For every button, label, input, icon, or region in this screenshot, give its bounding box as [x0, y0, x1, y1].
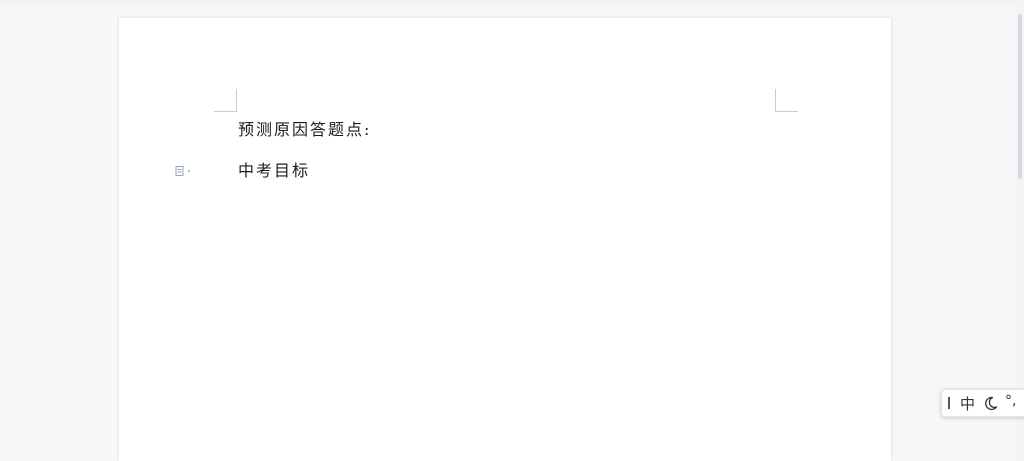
ime-punctuation-toggle[interactable]: °,	[1005, 393, 1016, 409]
grip-icon[interactable]	[948, 397, 950, 409]
paragraph-handle-icon[interactable]	[174, 165, 196, 177]
ime-toolbar[interactable]: 中 °,	[941, 389, 1024, 417]
moon-icon[interactable]	[983, 395, 999, 411]
document-page[interactable]: 预测原因答题点: 中考目标	[119, 18, 891, 461]
paragraph-2[interactable]: 中考目标	[238, 161, 310, 181]
scrollbar-thumb[interactable]	[1018, 14, 1022, 179]
margin-corner-top-right	[775, 89, 798, 112]
ime-language-toggle[interactable]: 中	[960, 393, 975, 414]
top-strip	[0, 0, 1024, 4]
paragraph-1[interactable]: 预测原因答题点:	[238, 120, 371, 140]
margin-corner-top-left	[214, 89, 237, 112]
